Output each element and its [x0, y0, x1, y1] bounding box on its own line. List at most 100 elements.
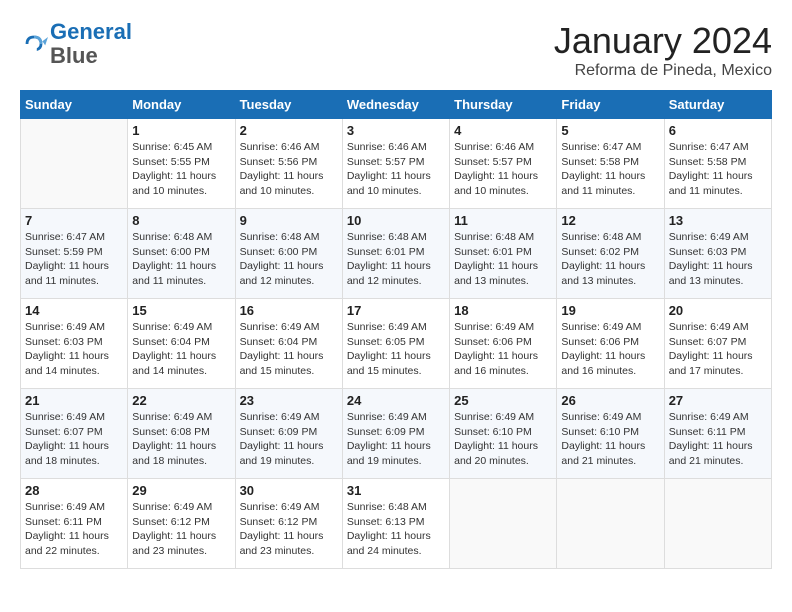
day-info: Sunrise: 6:48 AM Sunset: 6:00 PM Dayligh…	[132, 230, 230, 289]
day-cell: 29Sunrise: 6:49 AM Sunset: 6:12 PM Dayli…	[128, 479, 235, 569]
day-info: Sunrise: 6:47 AM Sunset: 5:59 PM Dayligh…	[25, 230, 123, 289]
day-info: Sunrise: 6:48 AM Sunset: 6:01 PM Dayligh…	[454, 230, 552, 289]
day-info: Sunrise: 6:49 AM Sunset: 6:09 PM Dayligh…	[347, 410, 445, 469]
weekday-header-wednesday: Wednesday	[342, 91, 449, 119]
day-cell	[450, 479, 557, 569]
day-cell: 8 Sunrise: 6:48 AM Sunset: 6:00 PM Daylig…	[128, 209, 235, 299]
day-info: Sunrise: 6:49 AM Sunset: 6:03 PM Dayligh…	[25, 320, 123, 379]
logo-icon	[20, 30, 48, 58]
day-number: 5	[561, 123, 659, 138]
day-cell: 6Sunrise: 6:47 AM Sunset: 5:58 PM Daylig…	[664, 119, 771, 209]
week-row-4: 21Sunrise: 6:49 AM Sunset: 6:07 PM Dayli…	[21, 389, 772, 479]
week-row-1: 1 Sunrise: 6:45 AM Sunset: 5:55 PM Daylig…	[21, 119, 772, 209]
day-cell: 27 Sunrise: 6:49 AM Sunset: 6:11 PM Dayli…	[664, 389, 771, 479]
day-cell	[664, 479, 771, 569]
day-number: 2	[240, 123, 338, 138]
title-block: January 2024 Reforma de Pineda, Mexico	[554, 20, 772, 80]
day-number: 12	[561, 213, 659, 228]
day-number: 17	[347, 303, 445, 318]
day-cell: 12Sunrise: 6:48 AM Sunset: 6:02 PM Dayli…	[557, 209, 664, 299]
day-info: Sunrise: 6:49 AM Sunset: 6:11 PM Dayligh…	[669, 410, 767, 469]
day-info: Sunrise: 6:49 AM Sunset: 6:08 PM Dayligh…	[132, 410, 230, 469]
day-cell	[557, 479, 664, 569]
page-header: General Blue January 2024 Reforma de Pin…	[20, 20, 772, 80]
day-cell: 30 Sunrise: 6:49 AM Sunset: 6:12 PM Dayli…	[235, 479, 342, 569]
day-info: Sunrise: 6:49 AM Sunset: 6:06 PM Dayligh…	[454, 320, 552, 379]
day-cell: 15 Sunrise: 6:49 AM Sunset: 6:04 PM Dayli…	[128, 299, 235, 389]
logo: General Blue	[20, 20, 132, 68]
day-info: Sunrise: 6:49 AM Sunset: 6:12 PM Dayligh…	[240, 500, 338, 559]
day-number: 30	[240, 483, 338, 498]
weekday-header-row: SundayMondayTuesdayWednesdayThursdayFrid…	[21, 91, 772, 119]
weekday-header-saturday: Saturday	[664, 91, 771, 119]
day-cell: 22 Sunrise: 6:49 AM Sunset: 6:08 PM Dayli…	[128, 389, 235, 479]
day-number: 11	[454, 213, 552, 228]
day-number: 23	[240, 393, 338, 408]
day-number: 26	[561, 393, 659, 408]
day-number: 16	[240, 303, 338, 318]
day-number: 10	[347, 213, 445, 228]
day-number: 31	[347, 483, 445, 498]
day-number: 14	[25, 303, 123, 318]
day-cell: 26 Sunrise: 6:49 AM Sunset: 6:10 PM Dayli…	[557, 389, 664, 479]
month-title: January 2024	[554, 20, 772, 62]
day-info: Sunrise: 6:49 AM Sunset: 6:03 PM Dayligh…	[669, 230, 767, 289]
day-number: 4	[454, 123, 552, 138]
day-cell: 9 Sunrise: 6:48 AM Sunset: 6:00 PM Daylig…	[235, 209, 342, 299]
day-cell: 14 Sunrise: 6:49 AM Sunset: 6:03 PM Dayli…	[21, 299, 128, 389]
day-number: 8	[132, 213, 230, 228]
week-row-2: 7 Sunrise: 6:47 AM Sunset: 5:59 PM Daylig…	[21, 209, 772, 299]
weekday-header-friday: Friday	[557, 91, 664, 119]
day-cell: 17 Sunrise: 6:49 AM Sunset: 6:05 PM Dayli…	[342, 299, 449, 389]
week-row-5: 28Sunrise: 6:49 AM Sunset: 6:11 PM Dayli…	[21, 479, 772, 569]
week-row-3: 14 Sunrise: 6:49 AM Sunset: 6:03 PM Dayli…	[21, 299, 772, 389]
day-cell: 1 Sunrise: 6:45 AM Sunset: 5:55 PM Daylig…	[128, 119, 235, 209]
calendar-table: SundayMondayTuesdayWednesdayThursdayFrid…	[20, 90, 772, 569]
day-cell: 2 Sunrise: 6:46 AM Sunset: 5:56 PM Daylig…	[235, 119, 342, 209]
day-info: Sunrise: 6:49 AM Sunset: 6:09 PM Dayligh…	[240, 410, 338, 469]
day-cell: 20 Sunrise: 6:49 AM Sunset: 6:07 PM Dayli…	[664, 299, 771, 389]
day-number: 25	[454, 393, 552, 408]
day-info: Sunrise: 6:45 AM Sunset: 5:55 PM Dayligh…	[132, 140, 230, 199]
day-info: Sunrise: 6:49 AM Sunset: 6:05 PM Dayligh…	[347, 320, 445, 379]
day-cell: 5 Sunrise: 6:47 AM Sunset: 5:58 PM Daylig…	[557, 119, 664, 209]
day-number: 22	[132, 393, 230, 408]
day-cell: 13Sunrise: 6:49 AM Sunset: 6:03 PM Dayli…	[664, 209, 771, 299]
day-cell: 23 Sunrise: 6:49 AM Sunset: 6:09 PM Dayli…	[235, 389, 342, 479]
weekday-header-sunday: Sunday	[21, 91, 128, 119]
day-info: Sunrise: 6:48 AM Sunset: 6:13 PM Dayligh…	[347, 500, 445, 559]
day-info: Sunrise: 6:49 AM Sunset: 6:07 PM Dayligh…	[25, 410, 123, 469]
day-number: 27	[669, 393, 767, 408]
day-cell: 16 Sunrise: 6:49 AM Sunset: 6:04 PM Dayli…	[235, 299, 342, 389]
day-info: Sunrise: 6:46 AM Sunset: 5:56 PM Dayligh…	[240, 140, 338, 199]
weekday-header-tuesday: Tuesday	[235, 91, 342, 119]
day-info: Sunrise: 6:49 AM Sunset: 6:04 PM Dayligh…	[240, 320, 338, 379]
day-info: Sunrise: 6:49 AM Sunset: 6:07 PM Dayligh…	[669, 320, 767, 379]
day-number: 20	[669, 303, 767, 318]
day-cell: 24Sunrise: 6:49 AM Sunset: 6:09 PM Dayli…	[342, 389, 449, 479]
day-number: 7	[25, 213, 123, 228]
location: Reforma de Pineda, Mexico	[554, 62, 772, 80]
day-number: 19	[561, 303, 659, 318]
day-cell: 21Sunrise: 6:49 AM Sunset: 6:07 PM Dayli…	[21, 389, 128, 479]
day-info: Sunrise: 6:48 AM Sunset: 6:01 PM Dayligh…	[347, 230, 445, 289]
weekday-header-thursday: Thursday	[450, 91, 557, 119]
day-number: 29	[132, 483, 230, 498]
day-cell: 10 Sunrise: 6:48 AM Sunset: 6:01 PM Dayli…	[342, 209, 449, 299]
day-number: 15	[132, 303, 230, 318]
day-number: 3	[347, 123, 445, 138]
day-info: Sunrise: 6:49 AM Sunset: 6:10 PM Dayligh…	[561, 410, 659, 469]
day-info: Sunrise: 6:49 AM Sunset: 6:04 PM Dayligh…	[132, 320, 230, 379]
day-info: Sunrise: 6:48 AM Sunset: 6:00 PM Dayligh…	[240, 230, 338, 289]
day-cell	[21, 119, 128, 209]
day-number: 1	[132, 123, 230, 138]
day-info: Sunrise: 6:49 AM Sunset: 6:06 PM Dayligh…	[561, 320, 659, 379]
day-number: 18	[454, 303, 552, 318]
weekday-header-monday: Monday	[128, 91, 235, 119]
day-number: 9	[240, 213, 338, 228]
day-cell: 31 Sunrise: 6:48 AM Sunset: 6:13 PM Dayli…	[342, 479, 449, 569]
day-info: Sunrise: 6:47 AM Sunset: 5:58 PM Dayligh…	[561, 140, 659, 199]
day-cell: 3Sunrise: 6:46 AM Sunset: 5:57 PM Daylig…	[342, 119, 449, 209]
day-number: 6	[669, 123, 767, 138]
day-info: Sunrise: 6:49 AM Sunset: 6:10 PM Dayligh…	[454, 410, 552, 469]
